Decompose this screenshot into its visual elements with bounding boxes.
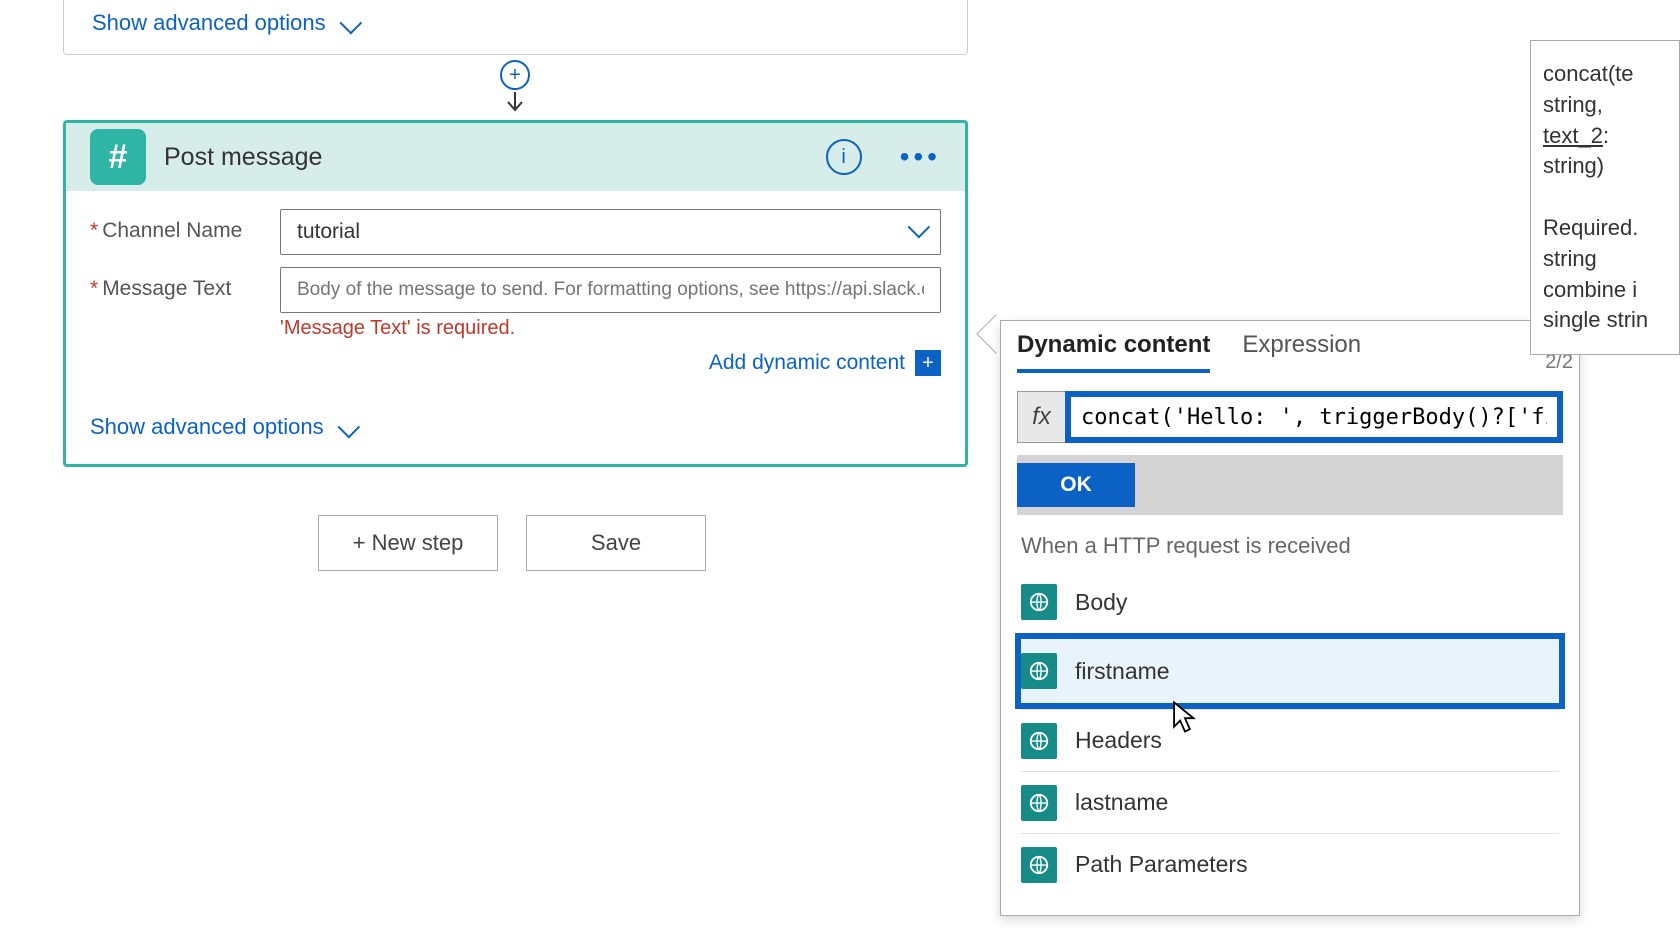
http-icon (1021, 653, 1057, 689)
channel-name-label: *Channel Name (90, 209, 280, 243)
post-message-card: # Post message i ••• *Channel Name tutor… (63, 120, 968, 467)
message-text-row: *Message Text 'Message Text' is required… (90, 267, 941, 376)
previous-step-card-bottom: Show advanced options (63, 0, 968, 55)
param-label: Path Parameters (1075, 851, 1248, 878)
message-text-label: *Message Text (90, 267, 280, 301)
card-header: # Post message i ••• (66, 123, 965, 191)
add-icon: + (915, 350, 941, 376)
http-icon (1021, 723, 1057, 759)
channel-name-row: *Channel Name tutorial (90, 209, 941, 255)
ok-button[interactable]: OK (1017, 463, 1135, 507)
help-body: single strin (1543, 305, 1667, 336)
http-icon (1021, 785, 1057, 821)
tab-expression[interactable]: Expression (1242, 331, 1361, 373)
param-label: lastname (1075, 789, 1168, 816)
save-button[interactable]: Save (526, 515, 706, 571)
param-item-firstname[interactable]: firstname (1015, 633, 1565, 709)
add-dynamic-content-link[interactable]: Add dynamic content + (709, 350, 941, 376)
info-icon[interactable]: i (826, 139, 862, 175)
channel-name-select[interactable]: tutorial (280, 209, 941, 255)
show-advanced-label: Show advanced options (92, 10, 326, 36)
expression-row: fx (1017, 391, 1563, 443)
add-step-between-button[interactable]: + (500, 60, 530, 90)
help-body: combine i (1543, 275, 1667, 306)
fx-icon: fx (1017, 391, 1065, 443)
slack-icon: # (90, 129, 146, 185)
add-dynamic-label: Add dynamic content (709, 351, 905, 375)
dynamic-content-panel: Dynamic content Expression 2/2 fx OK Whe… (1000, 320, 1580, 916)
http-icon (1021, 847, 1057, 883)
http-icon (1021, 584, 1057, 620)
message-text-input[interactable] (280, 267, 941, 313)
param-item-path-parameters[interactable]: Path Parameters (1021, 833, 1559, 895)
function-signature-tooltip: concat(te string, text_2: string) Requir… (1530, 40, 1680, 355)
step-connector: + (500, 60, 530, 125)
mouse-cursor-icon (1170, 700, 1200, 739)
param-item-headers[interactable]: Headers (1021, 709, 1559, 771)
help-line: string) (1543, 151, 1667, 182)
param-label: firstname (1075, 658, 1170, 685)
show-advanced-options-link[interactable]: Show advanced options (90, 414, 356, 440)
card-title: Post message (164, 143, 808, 172)
tab-dynamic-content[interactable]: Dynamic content (1017, 331, 1210, 373)
help-body: string (1543, 244, 1667, 275)
help-line: concat(te (1543, 59, 1667, 90)
help-line: string, (1543, 90, 1667, 121)
param-label: Headers (1075, 727, 1162, 754)
new-step-button[interactable]: + New step (318, 515, 498, 571)
show-advanced-label: Show advanced options (90, 414, 324, 440)
show-advanced-options-link-prev[interactable]: Show advanced options (92, 10, 358, 36)
message-text-error: 'Message Text' is required. (280, 317, 941, 340)
expression-input[interactable] (1065, 391, 1563, 443)
help-body: Required. (1543, 213, 1667, 244)
dynamic-source-header: When a HTTP request is received (1001, 515, 1579, 571)
param-item-lastname[interactable]: lastname (1021, 771, 1559, 833)
arrow-down-icon (503, 90, 527, 114)
chevron-down-icon (340, 14, 358, 32)
param-item-body[interactable]: Body (1021, 571, 1559, 633)
chevron-down-icon (338, 418, 356, 436)
channel-name-value: tutorial (297, 220, 360, 244)
help-line: text_2: (1543, 121, 1667, 152)
chevron-down-icon (908, 220, 924, 244)
dynamic-param-list: Body firstname Headers lastname Path Par… (1001, 571, 1579, 915)
param-label: Body (1075, 589, 1127, 616)
designer-action-buttons: + New step Save (318, 515, 706, 571)
more-icon[interactable]: ••• (900, 141, 941, 173)
